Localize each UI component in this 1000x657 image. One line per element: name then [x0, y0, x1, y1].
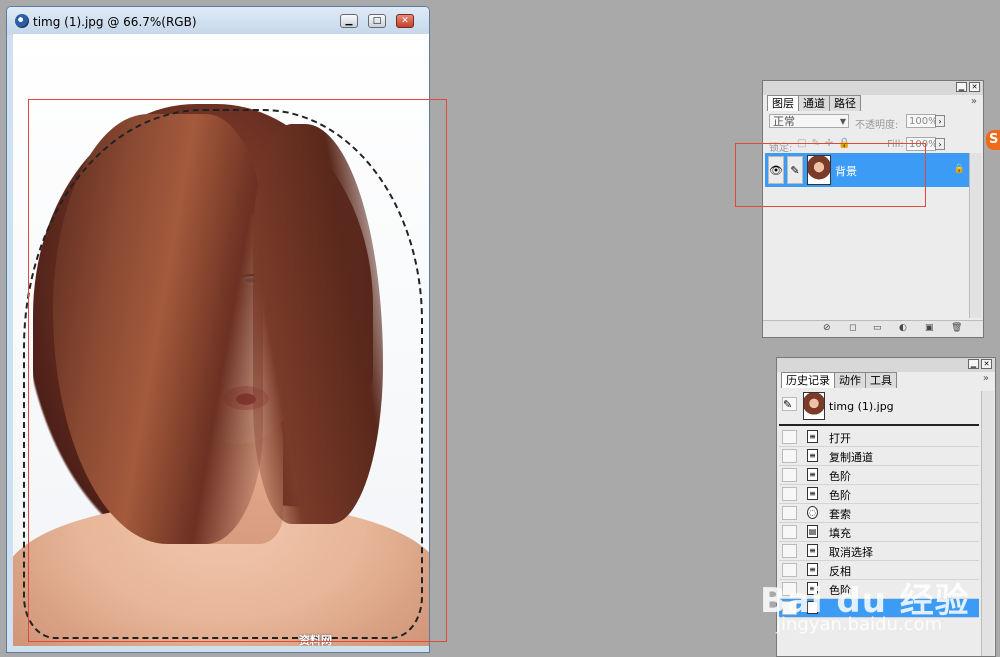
baidu-site-text: jingyan.baidu.com [776, 614, 943, 635]
doc-icon: ≡ [807, 430, 818, 443]
opacity-field[interactable]: 100% [906, 114, 938, 128]
history-checkbox[interactable] [782, 544, 797, 558]
fill-arrow-icon[interactable]: › [935, 138, 945, 150]
tab-channels[interactable]: 通道 [798, 95, 830, 111]
blend-mode-value: 正常 [773, 115, 795, 128]
document-titlebar[interactable]: timg (1).jpg @ 66.7%(RGB) ▁ □ ✕ [7, 7, 429, 35]
fill-icon: ▤ [807, 525, 818, 538]
photoshop-app-icon [15, 14, 29, 28]
history-scrollbar[interactable] [981, 391, 994, 656]
blend-mode-select[interactable]: 正常 ▼ [769, 114, 849, 128]
layers-panel-tabs: 图层 通道 路径 [767, 95, 861, 111]
add-mask-icon[interactable]: ◻ [849, 323, 859, 333]
snapshot-label: timg (1).jpg [829, 400, 894, 413]
history-item[interactable]: ≡ 取消选择 [779, 542, 979, 561]
opacity-arrow-icon[interactable]: › [935, 115, 945, 127]
history-panel-minimize-button[interactable]: ▁ [968, 359, 979, 369]
orange-badge: S [986, 130, 1000, 150]
opacity-label: 不透明度: [855, 120, 899, 131]
tab-tools[interactable]: 工具 [865, 372, 897, 388]
tab-paths[interactable]: 路径 [829, 95, 861, 111]
adjustment-layer-icon[interactable]: ◐ [899, 323, 909, 333]
close-button[interactable]: ✕ [396, 14, 414, 28]
history-item-label: 填充 [829, 527, 851, 540]
history-item[interactable]: ▤ 填充 [779, 523, 979, 542]
doc-icon: ≡ [807, 544, 818, 557]
layers-scrollbar[interactable] [969, 153, 982, 318]
history-snapshot[interactable]: ✎ timg (1).jpg [779, 391, 979, 423]
history-item-label: 复制通道 [829, 451, 873, 464]
history-separator [779, 424, 979, 426]
history-item[interactable]: ◌ 套索 [779, 504, 979, 523]
history-panel-tabs: 历史记录 动作 工具 [781, 372, 897, 388]
doc-icon: ≡ [807, 449, 818, 462]
history-panel-titlebar[interactable]: ▁ ✕ [777, 358, 995, 372]
lock-icon: 🔒 [953, 164, 965, 174]
history-item[interactable]: ≡ 色阶 [779, 485, 979, 504]
new-group-icon[interactable]: ▭ [873, 323, 883, 333]
lasso-icon: ◌ [807, 506, 818, 519]
maximize-button[interactable]: □ [368, 14, 386, 28]
history-item[interactable]: ≡ 复制通道 [779, 447, 979, 466]
history-panel-close-button[interactable]: ✕ [981, 359, 992, 369]
chevron-down-icon: ▼ [839, 117, 846, 126]
annotation-box-document [28, 99, 447, 642]
doc-icon: ≡ [807, 468, 818, 481]
document-title: timg (1).jpg @ 66.7%(RGB) [33, 15, 197, 29]
link-icon[interactable]: ⊘ [823, 323, 833, 333]
tab-history[interactable]: 历史记录 [781, 372, 835, 388]
panel-menu-icon[interactable]: » [971, 96, 977, 107]
history-item-label: 色阶 [829, 470, 851, 483]
history-checkbox[interactable] [782, 506, 797, 520]
history-checkbox[interactable] [782, 449, 797, 463]
panel-menu-icon[interactable]: » [983, 373, 989, 384]
layers-panel-minimize-button[interactable]: ▁ [956, 82, 967, 92]
history-item-label: 打开 [829, 432, 851, 445]
trash-icon[interactable]: 🗑 [951, 323, 962, 333]
layers-panel-close-button[interactable]: ✕ [969, 82, 980, 92]
history-item-label: 取消选择 [829, 546, 873, 559]
history-item[interactable]: ≡ 打开 [779, 428, 979, 447]
history-checkbox[interactable] [782, 525, 797, 539]
tab-actions[interactable]: 动作 [834, 372, 866, 388]
minimize-button[interactable]: ▁ [340, 14, 358, 28]
history-brush-icon[interactable]: ✎ [782, 397, 797, 411]
doc-icon: ≡ [807, 487, 818, 500]
history-item[interactable]: ≡ 色阶 [779, 466, 979, 485]
layers-panel-titlebar[interactable]: ▁ ✕ [763, 81, 983, 95]
layers-panel: ▁ ✕ 图层 通道 路径 » 正常 ▼ 不透明度: 100% › 锁定: □✎✢… [762, 80, 984, 338]
layers-footer: ⊘ ◻ ▭ ◐ ▣ 🗑 [763, 320, 983, 337]
history-item-label: 套索 [829, 508, 851, 521]
new-layer-icon[interactable]: ▣ [925, 323, 935, 333]
history-checkbox[interactable] [782, 430, 797, 444]
history-checkbox[interactable] [782, 468, 797, 482]
tab-layers[interactable]: 图层 [767, 95, 799, 111]
history-checkbox[interactable] [782, 487, 797, 501]
history-item-label: 色阶 [829, 489, 851, 502]
annotation-box-layer [735, 143, 926, 207]
snapshot-thumbnail [803, 392, 825, 420]
